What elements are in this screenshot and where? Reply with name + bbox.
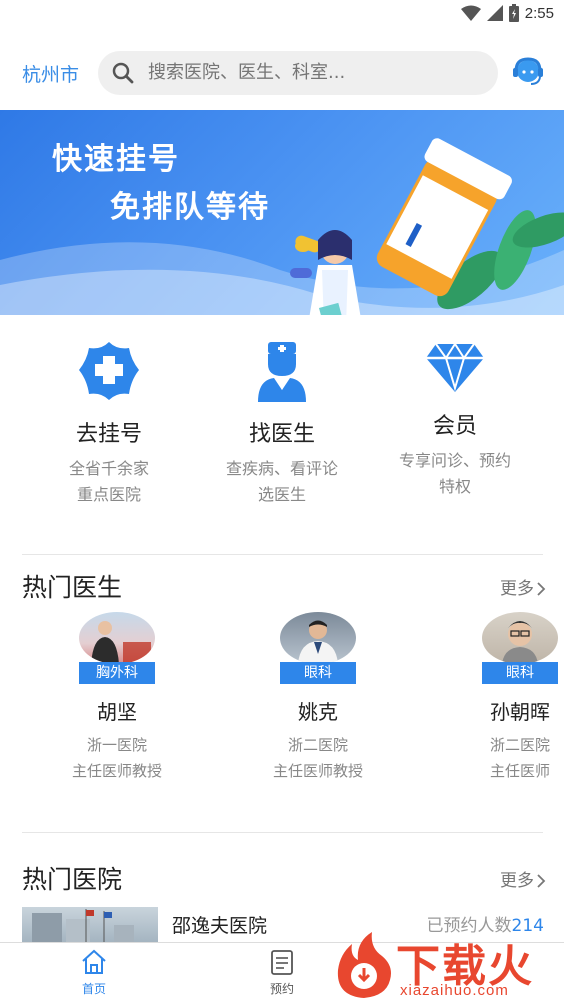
feature-grid: 去挂号 全省千余家 重点医院 找医生 查疾病、看评论 选医生 会员 专享问诊、预… — [0, 330, 564, 530]
flame-logo-icon — [337, 932, 391, 998]
hot-doctors-more-link[interactable]: 更多 — [500, 574, 546, 599]
search-bar[interactable] — [98, 51, 498, 95]
signal-icon — [486, 5, 503, 21]
doctor-avatar — [482, 612, 558, 664]
doctor-hospital: 浙二医院 — [489, 736, 550, 754]
section-divider — [22, 554, 543, 555]
battery-icon — [508, 4, 519, 22]
promo-banner[interactable]: 快速挂号 免排队等待 — [0, 110, 564, 315]
search-input[interactable] — [148, 51, 478, 95]
watermark: 下载火 xiazaihuo.com — [332, 930, 564, 1002]
department-badge: 眼科 — [482, 662, 558, 684]
doctor-icon — [258, 342, 306, 402]
doctor-hospital: 浙二医院 — [287, 736, 348, 754]
hospital-photo — [32, 909, 134, 945]
feature-title: 找医生 — [248, 422, 315, 447]
doctor-avatar — [79, 612, 155, 664]
banner-headline: 快速挂号 — [52, 142, 180, 177]
feature-desc-line1: 专享问诊、预约 — [398, 451, 511, 470]
doctor-card[interactable]: 眼科 孙朝晖 浙二医院 主任医师 — [440, 612, 564, 781]
top-header: 杭州市 — [0, 44, 564, 104]
doctor-card[interactable]: 眼科 姚克 浙二医院 主任医师教授 — [238, 612, 398, 781]
hot-hospitals-title: 热门医院 — [22, 865, 123, 894]
doctor-avatar — [280, 612, 356, 664]
hospital-image — [22, 907, 158, 945]
watermark-url: xiazaihuo.com — [400, 982, 509, 999]
customer-service-icon[interactable] — [511, 54, 545, 88]
doctor-title: 主任医师 — [489, 762, 550, 780]
search-icon — [112, 62, 134, 84]
chevron-right-icon — [537, 874, 546, 888]
more-label: 更多 — [500, 579, 534, 599]
section-divider — [22, 832, 543, 833]
status-bar: 2:55 — [0, 0, 564, 30]
hospital-cross-icon — [79, 342, 139, 400]
doctor-photo — [298, 620, 338, 664]
feature-find-doctor[interactable]: 找医生 查疾病、看评论 选医生 — [192, 330, 372, 508]
doctor-card[interactable]: 胸外科 胡坚 浙一医院 主任医师教授 — [37, 612, 197, 781]
feature-register[interactable]: 去挂号 全省千余家 重点医院 — [19, 330, 199, 508]
nav-home[interactable]: 首页 — [54, 949, 134, 997]
city-selector[interactable]: 杭州市 — [22, 60, 79, 87]
banner-subheadline: 免排队等待 — [110, 190, 270, 225]
feature-desc-line1: 全省千余家 — [68, 459, 149, 478]
feature-desc-line1: 查疾病、看评论 — [225, 459, 338, 478]
doctor-name: 姚克 — [298, 700, 338, 724]
hospital-name: 邵逸夫医院 — [172, 915, 268, 937]
feature-desc: 查疾病、看评论 选医生 — [192, 456, 372, 508]
doctor-photo — [91, 621, 151, 664]
doctor-photo — [502, 621, 538, 664]
feature-desc-line2: 重点医院 — [76, 485, 141, 504]
feature-desc: 专享问诊、预约 特权 — [365, 448, 545, 500]
department-badge: 胸外科 — [79, 662, 155, 684]
more-label: 更多 — [500, 871, 534, 891]
clipboard-icon — [271, 950, 293, 975]
hot-doctors-list: 胸外科 胡坚 浙一医院 主任医师教授 眼科 姚克 浙二医院 主任医师教授 眼科 … — [0, 612, 564, 792]
feature-title: 会员 — [432, 414, 477, 439]
home-icon — [82, 949, 106, 974]
doctor-title: 主任医师教授 — [272, 762, 363, 780]
nav-label: 首页 — [81, 982, 106, 996]
feature-title: 去挂号 — [75, 422, 142, 447]
status-time: 2:55 — [524, 4, 554, 22]
doctor-hospital: 浙一医院 — [86, 736, 147, 754]
feature-desc-line2: 特权 — [438, 477, 471, 496]
feature-membership[interactable]: 会员 专享问诊、预约 特权 — [365, 330, 545, 500]
hot-doctors-title: 热门医生 — [22, 573, 123, 602]
feature-desc: 全省千余家 重点医院 — [19, 456, 199, 508]
nav-appointments[interactable]: 预约 — [242, 949, 322, 997]
hot-hospitals-more-link[interactable]: 更多 — [500, 866, 546, 891]
chevron-right-icon — [537, 582, 546, 596]
doctor-name: 孙朝晖 — [490, 700, 550, 724]
doctor-title: 主任医师教授 — [71, 762, 162, 780]
wifi-icon — [460, 5, 481, 21]
nav-label: 预约 — [269, 982, 294, 996]
feature-desc-line2: 选医生 — [257, 485, 306, 504]
doctor-name: 胡坚 — [97, 700, 137, 724]
diamond-icon — [426, 342, 484, 392]
department-badge: 眼科 — [280, 662, 356, 684]
